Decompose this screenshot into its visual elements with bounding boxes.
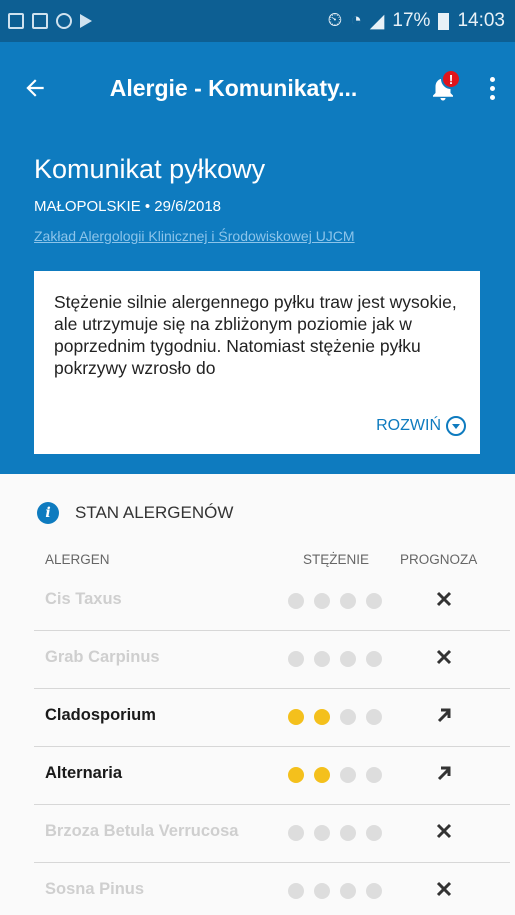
concentration-dot: [288, 767, 304, 783]
section-header: i STAN ALERGENÓW: [37, 502, 233, 524]
trend-up-icon: [432, 703, 456, 727]
back-arrow-icon[interactable]: [0, 42, 70, 134]
concentration-indicator: [288, 651, 382, 667]
concentration-dot: [314, 883, 330, 899]
concentration-dot: [288, 709, 304, 725]
app-bar: Alergie - Komunikaty... !: [0, 42, 515, 134]
concentration-dot: [340, 767, 356, 783]
concentration-dot: [366, 767, 382, 783]
allergen-name: Sosna Pinus: [45, 880, 145, 898]
allergen-row[interactable]: Cis Taxus: [0, 572, 515, 630]
concentration-dot: [340, 651, 356, 667]
gallery-icon: [8, 13, 24, 29]
concentration-dot: [288, 883, 304, 899]
clipboard-icon: [32, 13, 48, 29]
alarm-icon: ⏲: [327, 10, 343, 31]
source-link[interactable]: Zakład Alergologii Klinicznej i Środowis…: [34, 228, 481, 244]
chevron-down-circle-icon: [446, 416, 466, 436]
concentration-indicator: [288, 883, 382, 899]
app-screen: ⏲ ◔ ◢ 17% 14:03 Alergie - Komunikaty... …: [0, 0, 515, 915]
allergen-name: Alternaria: [45, 764, 123, 782]
status-notification-icons: [8, 13, 92, 29]
concentration-dot: [366, 883, 382, 899]
concentration-dot: [366, 825, 382, 841]
battery-icon: [438, 12, 450, 30]
info-icon[interactable]: i: [37, 502, 59, 524]
concentration-dot: [340, 593, 356, 609]
more-options-icon[interactable]: [469, 42, 515, 134]
column-forecast: PROGNOZA: [400, 552, 478, 567]
wifi-icon: ◔: [350, 10, 362, 31]
allergen-row[interactable]: Alternaria: [0, 746, 515, 804]
concentration-dot: [366, 651, 382, 667]
report-region-date: MAŁOPOLSKIE • 29/6/2018: [34, 198, 222, 215]
column-concentration: STĘŻENIE: [303, 552, 370, 567]
allergen-row[interactable]: Grab Carpinus: [0, 630, 515, 688]
bug-icon: [56, 13, 72, 29]
concentration-indicator: [288, 593, 382, 609]
expand-button[interactable]: ROZWIŃ: [376, 416, 466, 436]
allergen-row[interactable]: Cladosporium: [0, 688, 515, 746]
allergen-name: Cladosporium: [45, 706, 156, 724]
column-allergen: ALERGEN: [45, 552, 110, 567]
no-data-x-icon: [432, 645, 456, 669]
concentration-dot: [314, 709, 330, 725]
signal-icon: ◢: [369, 10, 385, 32]
concentration-dot: [314, 651, 330, 667]
pollen-report-header: Komunikat pyłkowy MAŁOPOLSKIE • 29/6/201…: [0, 134, 515, 474]
app-bar-title: Alergie - Komunikaty...: [109, 74, 358, 101]
report-card: Stężenie silnie alergennego pyłku traw j…: [34, 271, 480, 454]
concentration-indicator: [288, 709, 382, 725]
allergen-name: Brzoza Betula Verrucosa: [45, 822, 239, 840]
battery-percent: 17%: [392, 10, 431, 31]
allergen-row[interactable]: Sosna Pinus: [0, 862, 515, 915]
allergen-row[interactable]: Brzoza Betula Verrucosa: [0, 804, 515, 862]
concentration-dot: [314, 767, 330, 783]
column-headers: ALERGEN STĘŻENIE PROGNOZA: [45, 552, 485, 572]
clock: 14:03: [457, 10, 505, 31]
concentration-dot: [366, 593, 382, 609]
concentration-dot: [340, 825, 356, 841]
notifications-button[interactable]: !: [417, 42, 469, 134]
allergen-name: Grab Carpinus: [45, 648, 160, 666]
allergen-name: Cis Taxus: [45, 590, 122, 608]
play-store-icon: [80, 14, 92, 28]
concentration-dot: [340, 883, 356, 899]
concentration-indicator: [288, 825, 382, 841]
trend-up-icon: [432, 761, 456, 785]
no-data-x-icon: [432, 819, 456, 843]
report-text: Stężenie silnie alergennego pyłku traw j…: [54, 292, 457, 378]
concentration-dot: [288, 593, 304, 609]
status-bar: ⏲ ◔ ◢ 17% 14:03: [0, 0, 515, 42]
no-data-x-icon: [432, 877, 456, 901]
concentration-dot: [314, 825, 330, 841]
concentration-dot: [340, 709, 356, 725]
allergen-status-section: i STAN ALERGENÓW ALERGEN STĘŻENIE PROGNO…: [0, 474, 515, 915]
report-title: Komunikat pyłkowy: [34, 154, 266, 184]
concentration-dot: [288, 825, 304, 841]
expand-label: ROZWIŃ: [376, 417, 441, 434]
section-title: STAN ALERGENÓW: [75, 503, 234, 522]
concentration-indicator: [288, 767, 382, 783]
no-data-x-icon: [432, 587, 456, 611]
notification-badge: !: [441, 69, 461, 89]
concentration-dot: [314, 593, 330, 609]
concentration-dot: [366, 709, 382, 725]
concentration-dot: [288, 651, 304, 667]
status-right: ⏲ ◔ ◢ 17% 14:03: [327, 10, 505, 33]
